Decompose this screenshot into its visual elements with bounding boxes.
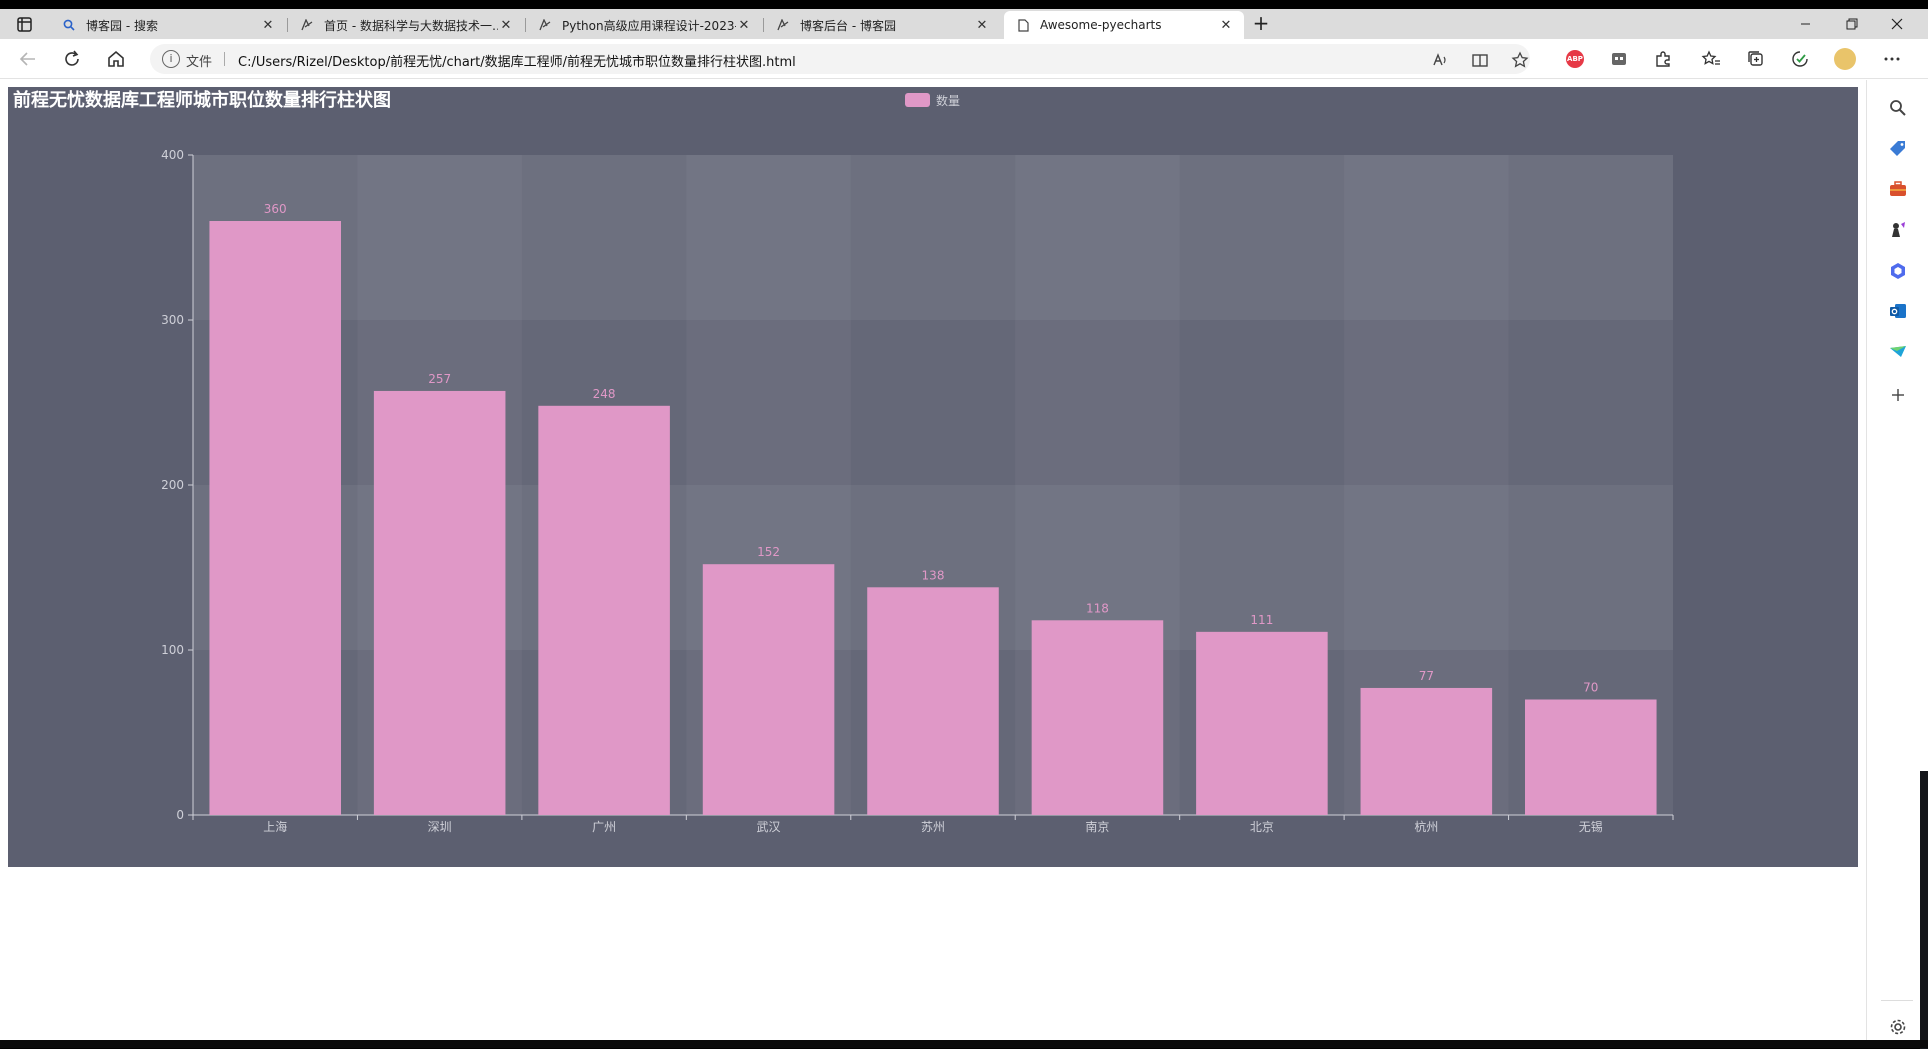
bar (209, 221, 341, 815)
x-tick-label: 苏州 (921, 820, 945, 834)
restore-icon[interactable] (1836, 13, 1866, 35)
tab-actions-icon[interactable] (12, 16, 36, 34)
close-icon[interactable]: ✕ (736, 18, 752, 33)
search-icon (62, 18, 76, 32)
chart-title: 前程无忧数据库工程师城市职位数量排行柱状图 (13, 89, 391, 111)
bar-value-label: 77 (1419, 669, 1434, 683)
close-window-icon[interactable] (1882, 13, 1912, 35)
x-tick-label: 深圳 (428, 820, 452, 834)
bar-value-label: 111 (1250, 613, 1273, 627)
bar (1031, 620, 1164, 815)
chart-container: 0 100 200 300 400 360 上海 257 深圳 248 广州 152 武汉 138 苏州 11… (8, 87, 1858, 867)
tab-blog-admin[interactable]: 博客后台 - 博客园 ✕ (764, 11, 1000, 39)
bar (538, 405, 670, 815)
close-icon[interactable]: ✕ (260, 18, 276, 33)
bar-value-label: 152 (757, 545, 780, 559)
background-window-edge (1920, 771, 1928, 1049)
x-tick-label: 北京 (1250, 820, 1274, 834)
tab-search[interactable]: 博客园 - 搜索 ✕ (50, 11, 286, 39)
bar (702, 564, 835, 815)
copilot-icon[interactable] (1886, 259, 1910, 283)
edge-sidebar (1866, 80, 1928, 1040)
cnblogs-icon (538, 18, 552, 32)
address-url[interactable]: C:/Users/Rizel/Desktop/前程无忧/chart/数据库工程师… (238, 51, 796, 70)
profile-avatar[interactable] (1834, 48, 1856, 70)
address-bar[interactable]: i 文件 C:/Users/Rizel/Desktop/前程无忧/chart/数… (150, 44, 1530, 74)
adblock-plus-icon[interactable]: ABP (1566, 50, 1584, 68)
close-icon[interactable]: ✕ (1218, 18, 1234, 33)
y-tick-label: 100 (161, 643, 184, 657)
sidebar-divider (1881, 1000, 1913, 1001)
bar-chart: 0 100 200 300 400 360 上海 257 深圳 248 广州 152 武汉 138 苏州 11… (13, 89, 1674, 834)
close-icon[interactable]: ✕ (498, 18, 514, 33)
x-tick-label: 武汉 (757, 820, 781, 834)
gear-icon[interactable] (1886, 1015, 1910, 1039)
info-icon[interactable]: i (162, 50, 180, 68)
favorites-icon[interactable] (1700, 48, 1722, 70)
new-tab-button[interactable]: + (1250, 13, 1272, 35)
cnblogs-icon (300, 18, 314, 32)
tab-label: Python高级应用课程设计-2023-… (562, 18, 736, 33)
tab-label: 博客园 - 搜索 (86, 18, 158, 33)
bar-value-label: 257 (428, 372, 451, 386)
bar-value-label: 70 (1583, 681, 1598, 695)
address-divider (224, 52, 225, 66)
bar-value-label: 360 (264, 202, 287, 216)
close-icon[interactable]: ✕ (974, 18, 990, 33)
navigation-toolbar: i 文件 C:/Users/Rizel/Desktop/前程无忧/chart/数… (0, 39, 1928, 79)
minimize-icon[interactable] (1790, 13, 1820, 35)
tab-course-design[interactable]: Python高级应用课程设计-2023-… ✕ (526, 11, 762, 39)
page-icon (1016, 18, 1030, 32)
x-tick-label: 广州 (592, 820, 616, 834)
bar-value-label: 248 (593, 387, 616, 401)
bar (1196, 631, 1328, 815)
outlook-icon[interactable] (1886, 299, 1910, 323)
collections-icon[interactable] (1745, 48, 1767, 70)
add-icon[interactable] (1886, 383, 1910, 407)
send-drop-icon[interactable] (1886, 339, 1910, 363)
tools-briefcase-icon[interactable] (1886, 177, 1910, 201)
x-tick-label: 杭州 (1414, 819, 1438, 834)
read-aloud-icon[interactable] (1430, 50, 1450, 70)
extension-icon[interactable] (1608, 48, 1630, 70)
tab-label: Awesome-pyecharts (1040, 18, 1162, 32)
bar-value-label: 118 (1086, 601, 1109, 615)
search-icon[interactable] (1886, 96, 1910, 120)
bar (867, 587, 999, 815)
games-chess-icon[interactable] (1886, 218, 1910, 242)
cnblogs-icon (776, 18, 790, 32)
legend-swatch (905, 93, 930, 107)
more-menu-icon[interactable] (1881, 48, 1903, 70)
tab-awesome-pyecharts[interactable]: Awesome-pyecharts ✕ (1004, 11, 1244, 39)
tab-strip: 博客园 - 搜索 ✕ 首页 - 数据科学与大数据技术一… ✕ Python高级应… (0, 9, 1928, 39)
back-icon[interactable] (16, 47, 40, 71)
bar (1360, 687, 1493, 815)
refresh-icon[interactable] (60, 47, 84, 71)
tab-label: 首页 - 数据科学与大数据技术一… (324, 18, 498, 33)
y-tick-label: 0 (176, 808, 184, 822)
bar (373, 390, 506, 815)
extensions-puzzle-icon[interactable] (1652, 48, 1674, 70)
taskbar-edge (0, 1040, 1928, 1048)
bar-value-label: 138 (922, 568, 945, 582)
legend-label: 数量 (936, 93, 960, 108)
browser-essentials-icon[interactable] (1789, 48, 1811, 70)
browser-window: 博客园 - 搜索 ✕ 首页 - 数据科学与大数据技术一… ✕ Python高级应… (0, 9, 1928, 1049)
tab-homepage[interactable]: 首页 - 数据科学与大数据技术一… ✕ (288, 11, 524, 39)
x-tick-label: 上海 (263, 819, 287, 834)
address-scheme-label: 文件 (186, 55, 213, 70)
shopping-tag-icon[interactable] (1886, 137, 1910, 161)
y-tick-label: 200 (161, 478, 184, 492)
bar (1525, 699, 1657, 815)
y-tick-label: 400 (161, 148, 184, 162)
x-tick-label: 无锡 (1579, 819, 1603, 834)
reader-view-icon[interactable] (1470, 50, 1490, 70)
x-tick-label: 南京 (1085, 819, 1109, 834)
y-tick-label: 300 (161, 313, 184, 327)
favorite-star-icon[interactable] (1510, 50, 1530, 70)
home-icon[interactable] (104, 47, 128, 71)
tab-label: 博客后台 - 博客园 (800, 18, 896, 33)
